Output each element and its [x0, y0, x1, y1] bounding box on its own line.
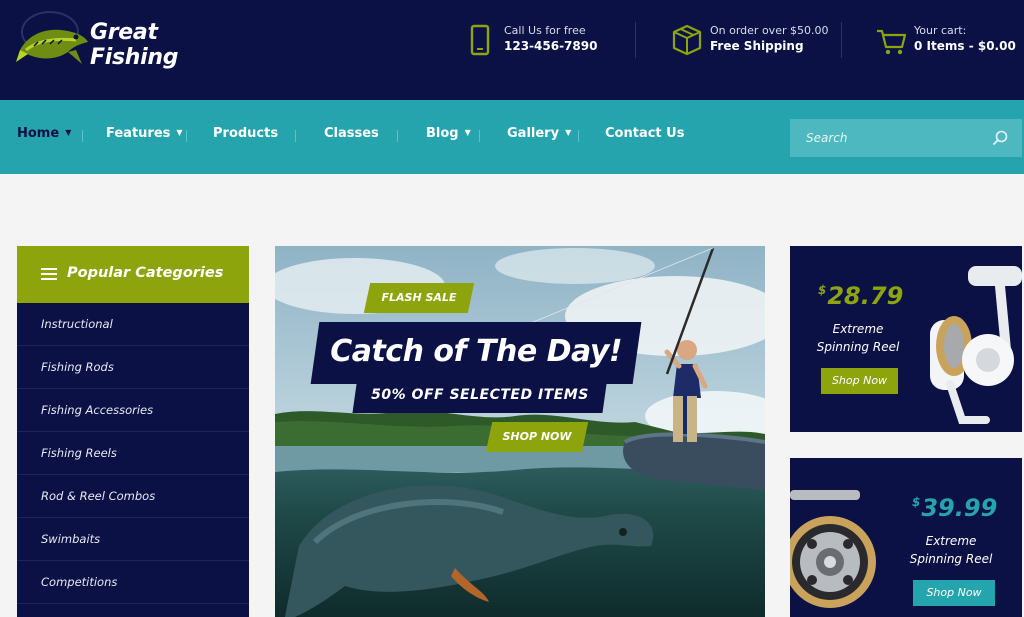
- popular-categories-sidebar: Popular Categories Instructional Fishing…: [17, 246, 249, 617]
- category-item-competitions[interactable]: Competitions: [17, 561, 249, 604]
- shipping-label: On order over $50.00: [710, 24, 829, 37]
- hero-shop-now-button[interactable]: SHOP NOW: [485, 422, 589, 452]
- cart-summary[interactable]: 0 Items - $0.00: [914, 39, 1016, 53]
- nav-divider: [186, 130, 187, 142]
- brand-name-line2: Fishing: [90, 45, 179, 70]
- category-item-instructional[interactable]: Instructional: [17, 303, 249, 346]
- hero-subheadline: 50% OFF SELECTED ITEMS: [352, 377, 608, 413]
- nav-divider: [295, 130, 296, 142]
- header-divider: [841, 22, 842, 58]
- shipping-info: On order over $50.00 Free Shipping: [672, 22, 832, 62]
- cart-info[interactable]: Your cart: 0 Items - $0.00: [876, 22, 1016, 62]
- nav-item-home[interactable]: Home ▼: [17, 126, 71, 141]
- cart-label: Your cart:: [914, 24, 967, 37]
- nav-item-blog[interactable]: Blog ▼: [426, 126, 471, 141]
- sidebar-title: Popular Categories: [67, 265, 224, 281]
- phone-icon: [470, 24, 490, 56]
- category-list: Instructional Fishing Rods Fishing Acces…: [17, 303, 249, 604]
- promo-shop-now-button[interactable]: Shop Now: [913, 580, 995, 606]
- promo-product-name: Extreme Spinning Reel: [909, 534, 993, 566]
- phone-number[interactable]: 123-456-7890: [504, 39, 597, 53]
- main-nav: Home ▼ Features ▼ Products Classes Blog ▼ G…: [0, 100, 1024, 174]
- promo-price: $28.79: [818, 282, 904, 310]
- promo-card[interactable]: $39.99 Extreme Spinning Reel Shop Now: [790, 458, 1022, 617]
- hero-banner: FLASH SALE Catch of The Day! 50% OFF SEL…: [275, 246, 765, 617]
- category-item-fishing-reels[interactable]: Fishing Reels: [17, 432, 249, 475]
- box-icon: [672, 24, 702, 56]
- nav-item-gallery[interactable]: Gallery ▼: [507, 126, 571, 141]
- flash-sale-badge: FLASH SALE: [363, 283, 475, 313]
- search-input[interactable]: [790, 119, 986, 157]
- nav-item-classes[interactable]: Classes: [324, 126, 379, 141]
- nav-divider: [578, 130, 579, 142]
- promo-product-name: Extreme Spinning Reel: [816, 322, 900, 354]
- chevron-down-icon: ▼: [176, 128, 183, 137]
- menu-icon: [41, 268, 57, 280]
- phone-info: Call Us for free 123-456-7890: [466, 22, 626, 62]
- header-divider: [635, 22, 636, 58]
- fish-logo-icon: [16, 11, 88, 64]
- shipping-value: Free Shipping: [710, 39, 804, 53]
- category-item-swimbaits[interactable]: Swimbaits: [17, 518, 249, 561]
- category-item-fishing-accessories[interactable]: Fishing Accessories: [17, 389, 249, 432]
- category-item-fishing-rods[interactable]: Fishing Rods: [17, 346, 249, 389]
- spinning-reel-image: [930, 266, 1022, 424]
- promo-price: $39.99: [912, 494, 998, 522]
- nav-item-products[interactable]: Products: [213, 126, 278, 141]
- cart-icon: [877, 29, 907, 55]
- hero-headline: Catch of The Day!: [310, 322, 642, 384]
- promo-card[interactable]: $28.79 Extreme Spinning Reel Shop Now: [790, 246, 1022, 432]
- chevron-down-icon: ▼: [565, 128, 572, 137]
- brand-name-line1: Great: [90, 20, 158, 45]
- category-item-rod-reel-combos[interactable]: Rod & Reel Combos: [17, 475, 249, 518]
- search-icon[interactable]: [992, 130, 1008, 146]
- nav-divider: [82, 130, 83, 142]
- nav-divider: [479, 130, 480, 142]
- logo[interactable]: Great Fishing: [16, 6, 186, 76]
- promo-shop-now-button[interactable]: Shop Now: [821, 368, 898, 394]
- search-box: [790, 119, 1022, 157]
- chevron-down-icon: ▼: [464, 128, 471, 137]
- phone-label: Call Us for free: [504, 24, 586, 37]
- nav-item-features[interactable]: Features ▼: [106, 126, 183, 141]
- fly-reel-image: [790, 490, 876, 608]
- nav-divider: [397, 130, 398, 142]
- chevron-down-icon: ▼: [65, 128, 72, 137]
- top-header: Great Fishing Call Us for free 123-456-7…: [0, 0, 1024, 100]
- sidebar-header: Popular Categories: [17, 246, 249, 303]
- nav-item-contact-us[interactable]: Contact Us: [605, 126, 684, 141]
